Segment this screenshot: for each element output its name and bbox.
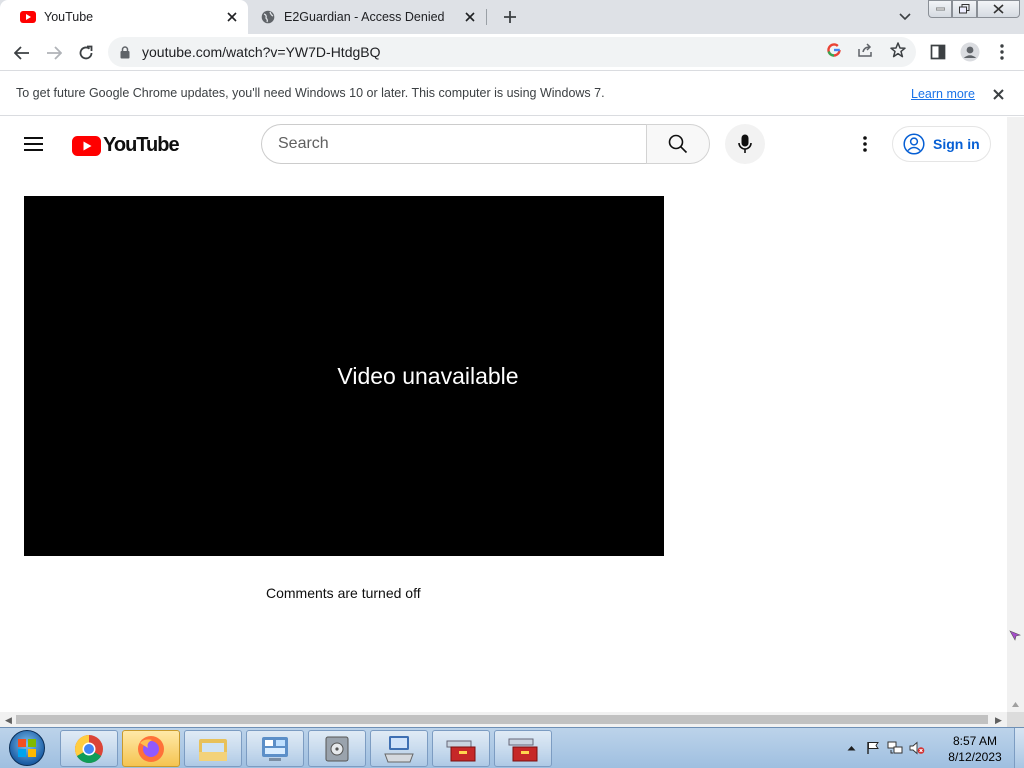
tab-title: E2Guardian - Access Denied	[284, 10, 445, 24]
tab-search-button[interactable]	[894, 6, 916, 28]
search-button[interactable]	[646, 124, 710, 164]
tab-e2guardian[interactable]: E2Guardian - Access Denied	[250, 0, 486, 34]
tab-youtube[interactable]: YouTube	[0, 0, 248, 34]
restore-button[interactable]	[952, 0, 977, 18]
reload-icon	[79, 45, 93, 60]
toolbox-icon	[508, 738, 538, 761]
minimize-icon	[935, 7, 945, 11]
browser-menu-icon[interactable]	[990, 40, 1014, 64]
minimize-button[interactable]	[928, 0, 952, 18]
close-icon	[993, 4, 1004, 14]
globe-icon	[260, 9, 276, 25]
user-circle-icon	[903, 133, 925, 155]
taskbar-firefox[interactable]	[122, 730, 180, 767]
bookmark-star-icon[interactable]	[889, 41, 907, 59]
horizontal-scroll-thumb[interactable]	[16, 715, 988, 724]
share-icon[interactable]	[857, 41, 875, 59]
taskbar-keyboard-app[interactable]	[370, 730, 428, 767]
close-tab-icon[interactable]	[460, 7, 480, 27]
system-tray	[840, 728, 928, 768]
scroll-left-icon[interactable]: ◀	[5, 715, 12, 726]
taskbar-file-explorer[interactable]	[184, 730, 242, 767]
toolbox-icon	[446, 740, 476, 761]
google-translate-icon[interactable]	[825, 41, 843, 59]
search-icon	[668, 134, 688, 154]
update-infobar: To get future Google Chrome updates, you…	[0, 72, 1024, 116]
back-button[interactable]	[9, 40, 35, 66]
show-hidden-icons-icon[interactable]	[840, 738, 862, 758]
plus-icon	[504, 11, 516, 23]
close-window-button[interactable]	[977, 0, 1020, 18]
cursor-icon	[1009, 630, 1021, 641]
youtube-play-logo-icon	[72, 135, 101, 156]
close-infobar-icon[interactable]	[988, 84, 1008, 104]
youtube-favicon-icon	[20, 9, 36, 25]
taskbar-toolbox-1[interactable]	[432, 730, 490, 767]
back-arrow-icon	[14, 46, 29, 60]
settings-menu-icon[interactable]	[853, 132, 877, 156]
scrollbar-corner	[1007, 712, 1024, 727]
microphone-icon	[738, 134, 752, 153]
profile-avatar-icon[interactable]	[958, 40, 982, 64]
network-icon[interactable]	[884, 738, 906, 758]
youtube-logo[interactable]: YouTube	[72, 134, 180, 157]
side-panel-icon[interactable]	[926, 40, 950, 64]
video-unavailable-message: Video unavailable	[337, 362, 519, 389]
youtube-wordmark: YouTube	[103, 134, 180, 156]
volume-muted-icon[interactable]	[906, 738, 928, 758]
clock-time: 8:57 AM	[952, 734, 998, 748]
video-player[interactable]: Video unavailable	[24, 196, 664, 556]
show-desktop-button[interactable]	[1014, 728, 1024, 768]
horizontal-scrollbar[interactable]: ◀ ▶	[0, 712, 1007, 727]
scroll-arrow-icon	[1012, 702, 1019, 707]
address-bar[interactable]: youtube.com/watch?v=YW7D-HtdgBQ	[108, 37, 916, 67]
reload-button[interactable]	[73, 40, 99, 66]
sign-in-label: Sign in	[933, 136, 980, 152]
chrome-icon	[75, 734, 103, 763]
action-center-flag-icon[interactable]	[862, 738, 884, 758]
control-panel-icon	[262, 736, 288, 761]
infobar-message: To get future Google Chrome updates, you…	[16, 86, 605, 100]
close-tab-icon[interactable]	[222, 7, 242, 27]
voice-search-button[interactable]	[725, 124, 765, 164]
scroll-right-icon[interactable]: ▶	[995, 715, 1002, 726]
taskbar-disk-utility[interactable]	[308, 730, 366, 767]
browser-toolbar: youtube.com/watch?v=YW7D-HtdgBQ	[0, 34, 1024, 71]
forward-arrow-icon	[47, 46, 62, 60]
firefox-icon	[138, 735, 164, 762]
comments-off-message: Comments are turned off	[266, 585, 421, 601]
tab-strip: YouTube E2Guardian - Access Denied	[0, 0, 1024, 34]
disk-icon	[325, 736, 349, 761]
windows-taskbar: 8:57 AM 8/12/2023	[0, 727, 1024, 768]
clock-date: 8/12/2023	[948, 750, 1002, 764]
search-input[interactable]: Search	[261, 124, 647, 164]
tab-separator	[486, 9, 487, 25]
forward-button[interactable]	[41, 40, 67, 66]
start-button[interactable]	[4, 729, 50, 767]
hamburger-menu-icon[interactable]	[24, 132, 48, 156]
vertical-scrollbar[interactable]	[1007, 117, 1024, 712]
new-tab-button[interactable]	[498, 5, 522, 29]
windows-logo-icon	[9, 730, 45, 766]
page-viewport: YouTube Search Sign in Video unavailable…	[0, 117, 1007, 712]
sign-in-button[interactable]: Sign in	[892, 126, 991, 162]
lock-icon[interactable]	[118, 45, 132, 59]
tab-title: YouTube	[44, 10, 94, 24]
taskbar-clock[interactable]: 8:57 AM 8/12/2023	[940, 733, 1010, 765]
restore-icon	[959, 4, 970, 14]
taskbar-toolbox-2[interactable]	[494, 730, 552, 767]
chevron-down-icon	[899, 13, 911, 21]
file-explorer-icon	[199, 738, 227, 761]
keyboard-computer-icon	[384, 735, 414, 762]
url-text[interactable]: youtube.com/watch?v=YW7D-HtdgBQ	[142, 44, 916, 60]
taskbar-chrome[interactable]	[60, 730, 118, 767]
learn-more-link[interactable]: Learn more	[911, 87, 975, 101]
taskbar-control-panel[interactable]	[246, 730, 304, 767]
